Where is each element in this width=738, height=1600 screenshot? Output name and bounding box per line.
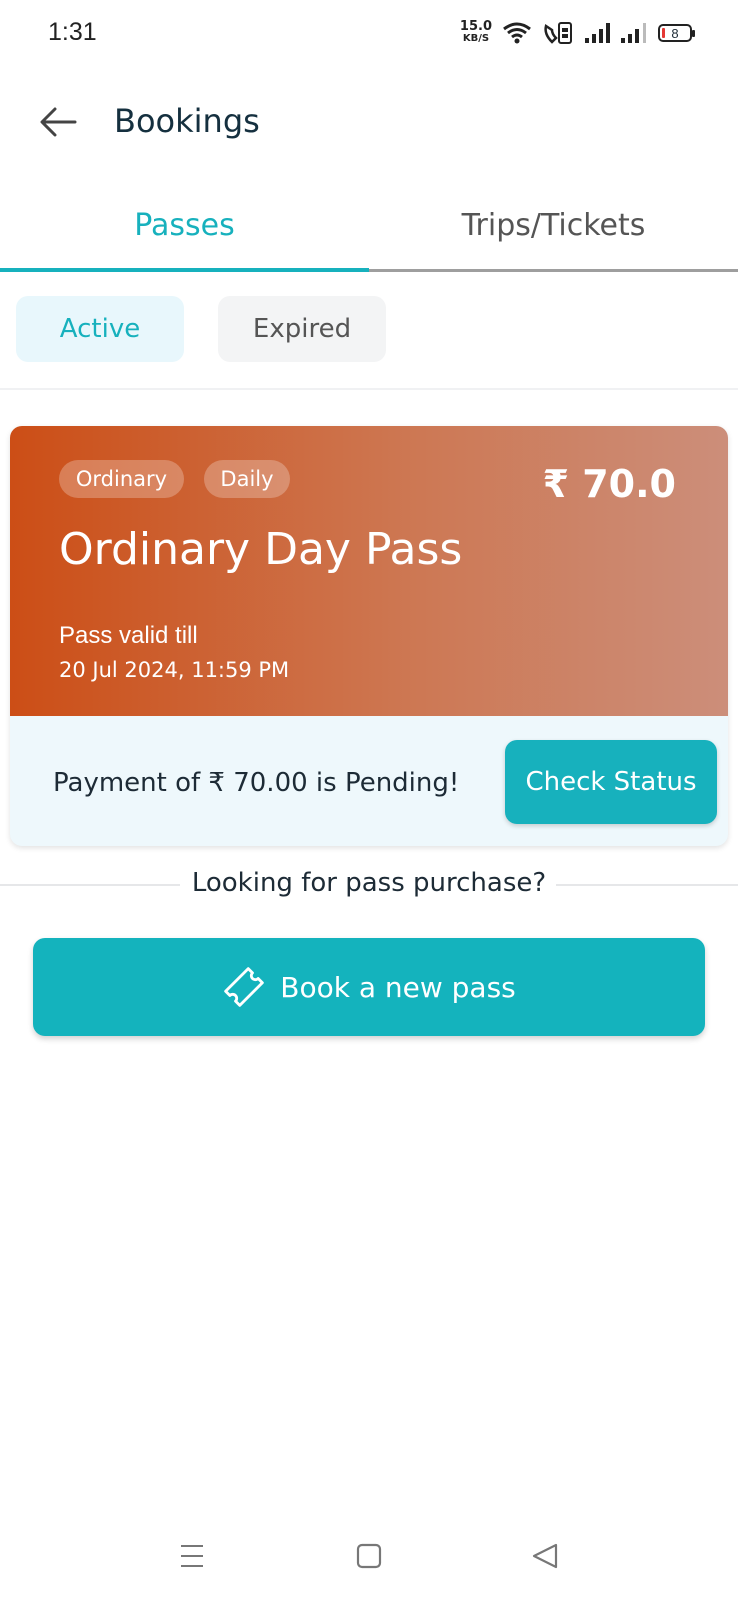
ticket-icon <box>224 967 265 1007</box>
network-speed: 15.0 KB/S <box>459 19 492 44</box>
valid-date: 20 Jul 2024, 11:59 PM <box>59 658 290 682</box>
tab-active-indicator <box>0 268 369 272</box>
pass-duration-tag: Daily <box>204 460 290 498</box>
pass-type-tag: Ordinary <box>59 460 184 498</box>
pass-card-header: Ordinary Daily ₹ 70.0 Ordinary Day Pass … <box>10 426 728 716</box>
book-new-pass-button[interactable]: Book a new pass <box>33 938 705 1036</box>
back-icon <box>532 1543 558 1569</box>
home-icon <box>356 1543 382 1569</box>
filter-expired[interactable]: Expired <box>218 296 386 362</box>
menu-button[interactable] <box>162 1536 222 1576</box>
tab-trips-tickets[interactable]: Trips/Tickets <box>369 200 738 272</box>
volte-icon <box>544 22 572 44</box>
pass-card[interactable]: Ordinary Daily ₹ 70.0 Ordinary Day Pass … <box>10 426 728 846</box>
pass-price: ₹ 70.0 <box>542 462 676 506</box>
battery-icon: 8 <box>658 24 695 42</box>
valid-label: Pass valid till <box>59 622 198 649</box>
tab-passes[interactable]: Passes <box>0 200 369 272</box>
signal-icon <box>585 23 610 43</box>
status-icons: 15.0 KB/S 8 <box>459 16 695 50</box>
nav-back-button[interactable] <box>515 1536 575 1576</box>
arrow-left-icon <box>40 107 77 137</box>
home-button[interactable] <box>339 1536 399 1576</box>
menu-icon <box>181 1545 203 1567</box>
signal-icon <box>621 23 646 43</box>
page-title: Bookings <box>114 102 260 140</box>
divider <box>0 388 738 390</box>
back-button[interactable] <box>36 100 80 144</box>
book-new-pass-label: Book a new pass <box>280 970 516 1004</box>
check-status-button[interactable]: Check Status <box>505 740 717 824</box>
filter-active[interactable]: Active <box>16 296 184 362</box>
tab-underline <box>369 269 738 272</box>
payment-status: Payment of ₹ 70.00 is Pending! <box>53 768 460 798</box>
status-time: 1:31 <box>48 18 97 46</box>
pass-name: Ordinary Day Pass <box>59 524 463 575</box>
separator-text: Looking for pass purchase? <box>191 868 547 898</box>
wifi-icon <box>503 22 531 44</box>
